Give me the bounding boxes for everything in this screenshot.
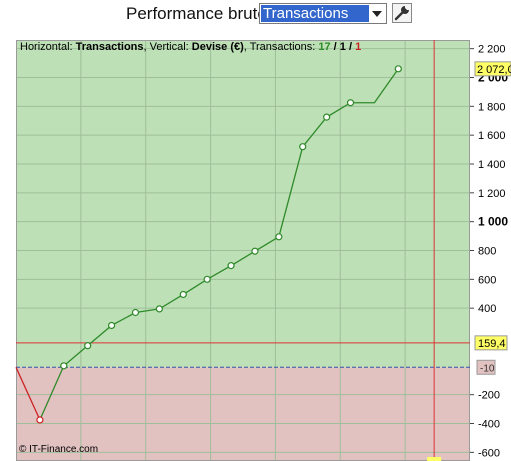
legend-sep-1: / xyxy=(331,41,340,53)
profit-zone xyxy=(16,40,470,368)
y-tick-label: -600 xyxy=(478,447,500,459)
y-tick-label: 1 200 xyxy=(478,188,506,200)
y-tick-label: 600 xyxy=(478,274,496,286)
data-point xyxy=(203,275,211,283)
cursor-value-badge: 159,4 xyxy=(474,335,508,351)
legend-horizontal-value: Transactions xyxy=(76,41,144,53)
last-value-badge-text: 2 072,0 xyxy=(477,64,511,76)
data-point xyxy=(107,321,116,330)
data-point xyxy=(227,262,235,270)
legend-vertical-label: , Vertical: xyxy=(144,41,192,53)
data-point xyxy=(299,143,307,151)
y-tick-label: 2 200 xyxy=(478,44,506,56)
y-tick-label: 1 000 xyxy=(478,215,508,229)
y-tick-label: 1 600 xyxy=(478,130,506,142)
data-point xyxy=(394,65,402,73)
cursor-x-marker xyxy=(427,457,442,461)
data-point xyxy=(323,113,331,121)
data-point xyxy=(84,342,92,350)
y-tick-label: -400 xyxy=(478,419,500,431)
y-axis: 2 2002 0001 8001 6001 4001 2001 00080060… xyxy=(470,44,508,459)
y-tick-label: 1 800 xyxy=(478,101,506,113)
data-point xyxy=(131,308,140,317)
data-point xyxy=(60,362,68,370)
legend-loss-count: 1 xyxy=(355,41,361,53)
data-point xyxy=(275,233,283,241)
data-point xyxy=(346,99,355,107)
data-point xyxy=(251,247,259,255)
legend-win-count: 17 xyxy=(318,41,330,53)
zero-value-badge: -10 xyxy=(476,359,496,375)
y-tick-label: 800 xyxy=(478,246,496,258)
legend-vertical-value: Devise (€) xyxy=(192,41,244,53)
legend-sep-2: / xyxy=(346,41,355,53)
legend: Horizontal: Transactions, Vertical: Devi… xyxy=(20,41,361,53)
legend-transactions-label: , Transactions: xyxy=(244,41,319,53)
y-tick-label: 400 xyxy=(478,303,496,315)
zero-value-badge-text: -10 xyxy=(480,363,495,374)
copyright: © IT-Finance.com xyxy=(19,444,98,455)
data-point xyxy=(36,416,44,424)
last-value-badge: 2 072,0 xyxy=(474,61,511,77)
data-point xyxy=(155,305,163,313)
performance-chart: 2 2002 0001 8001 6001 4001 2001 00080060… xyxy=(15,40,511,461)
data-point xyxy=(179,290,187,299)
cursor-value-badge-text: 159,4 xyxy=(478,338,506,350)
y-tick-label: -200 xyxy=(478,390,500,402)
legend-horizontal-label: Horizontal: xyxy=(20,41,76,53)
y-tick-label: 1 400 xyxy=(478,159,506,171)
